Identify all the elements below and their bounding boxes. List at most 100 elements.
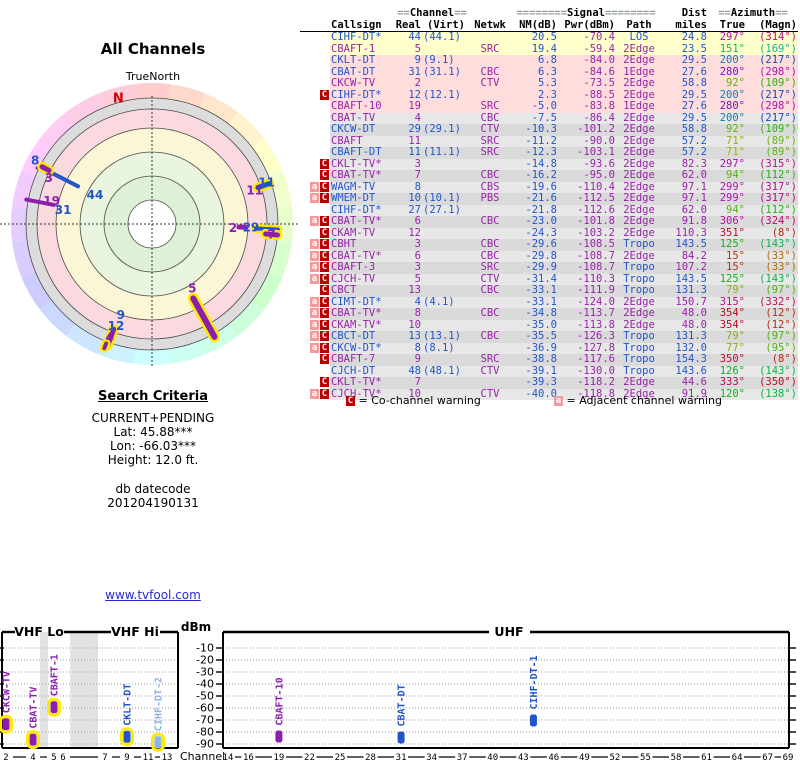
noise-margin-cell: -39.1	[510, 366, 558, 378]
true-azimuth-cell: 125°	[708, 274, 746, 286]
power-cell: -59.4	[558, 44, 616, 56]
virtual-channel-cell	[422, 136, 470, 148]
db-datecode: db datecode 201204190131	[0, 482, 306, 510]
header-true: True	[708, 20, 746, 32]
search-lat: Lat: 45.88***	[0, 425, 306, 439]
co-channel-warning-icon: C	[320, 239, 329, 249]
warning-flags: aC	[300, 343, 330, 355]
network-cell: SRC	[470, 354, 510, 366]
channel-tick-label: 22	[304, 753, 315, 763]
warning-flags: aC	[300, 297, 330, 309]
magnetic-azimuth-cell: (12°)	[746, 320, 798, 332]
station-bar-label: CBAT-TV	[29, 687, 40, 729]
noise-margin-cell: -16.2	[510, 170, 558, 182]
real-channel-cell: 2	[394, 78, 422, 90]
station-bar	[398, 732, 405, 744]
warning-flags	[300, 55, 330, 67]
callsign-cell: CIHF-DT*	[330, 90, 394, 102]
path-cell: 2Edge	[616, 78, 662, 90]
table-row: CCBAT-TV*7CBC-16.2-95.02Edge62.094°(112°…	[300, 170, 798, 182]
co-channel-warning-icon: C	[320, 262, 329, 272]
virtual-channel-cell: (48.1)	[422, 366, 470, 378]
magnetic-azimuth-cell: (143°)	[746, 239, 798, 251]
noise-margin-cell: -33.1	[510, 297, 558, 309]
station-bar-label: CBAFT-10	[274, 677, 285, 725]
virtual-channel-cell	[422, 285, 470, 297]
search-height: Height: 12.0 ft.	[0, 453, 306, 467]
real-channel-cell: 13	[394, 285, 422, 297]
network-cell: CBC	[470, 113, 510, 125]
power-cell: -130.0	[558, 366, 616, 378]
noise-margin-cell: -24.3	[510, 228, 558, 240]
header-netwk: Netwk	[470, 20, 510, 32]
vhf-hi-label: VHF Hi	[111, 624, 159, 639]
warning-flags	[300, 44, 330, 56]
header-miles: miles	[662, 20, 708, 32]
header-dist: Dist	[662, 8, 708, 20]
true-azimuth-cell: 71°	[708, 136, 746, 148]
co-channel-warning-icon: C	[320, 90, 329, 100]
power-cell: -73.5	[558, 78, 616, 90]
distance-cell: 143.5	[662, 239, 708, 251]
header-azimuth-group: ==Azimuth==	[708, 8, 798, 20]
adjacent-warning-icon: a	[310, 193, 319, 203]
real-channel-cell: 4	[394, 297, 422, 309]
warning-flags: C	[300, 285, 330, 297]
table-row: CIHF-DT*44(44.1)20.5-70.4LOS24.8297°(314…	[300, 32, 798, 44]
virtual-channel-cell	[422, 44, 470, 56]
vhf-lo-label: VHF Lo	[14, 624, 64, 639]
magnetic-azimuth-cell: (89°)	[746, 147, 798, 159]
station-pennant	[42, 167, 49, 171]
distance-cell: 57.2	[662, 136, 708, 148]
warning-flags	[300, 366, 330, 378]
path-cell: 2Edge	[616, 159, 662, 171]
warning-flags: aC	[300, 239, 330, 251]
callsign-cell: CKLT-TV*	[330, 377, 394, 389]
noise-margin-cell: 6.3	[510, 67, 558, 79]
tvfool-link[interactable]: www.tvfool.com	[105, 588, 201, 602]
true-azimuth-cell: 79°	[708, 285, 746, 297]
magnetic-azimuth-cell: (89°)	[746, 136, 798, 148]
virtual-channel-cell	[422, 308, 470, 320]
power-cell: -83.8	[558, 101, 616, 113]
channel-tick-label: 34	[426, 753, 437, 763]
network-cell	[470, 377, 510, 389]
real-channel-cell: 31	[394, 67, 422, 79]
channel-tick-label: 19	[273, 753, 284, 763]
adjacent-warning-icon: a	[310, 297, 319, 307]
network-cell: CTV	[470, 78, 510, 90]
adjacent-channel-legend: a = Adjacent channel warning	[553, 394, 722, 407]
power-cell: -112.6	[558, 205, 616, 217]
spectrum-chart: -10-20-30-40-50-60-70-80-90VHF LoVHF HiU…	[0, 618, 800, 768]
callsign-cell: CBAT-TV*	[330, 308, 394, 320]
non-broadcast-band	[40, 632, 48, 748]
warning-flags	[300, 78, 330, 90]
header-magn: (Magn)	[746, 20, 798, 32]
table-row: CKCW-TV2CTV5.3-73.52Edge58.892°(109°)	[300, 78, 798, 90]
virtual-channel-cell	[422, 101, 470, 113]
warning-flags	[300, 147, 330, 159]
station-bar	[155, 736, 162, 748]
table-row: aCCBCT-DT13(13.1)CBC-35.5-126.3Tropo131.…	[300, 331, 798, 343]
callsign-cell: CBHT	[330, 239, 394, 251]
real-channel-cell: 10	[394, 320, 422, 332]
co-channel-warning-icon: C	[320, 297, 329, 307]
search-criteria-title: Search Criteria	[0, 390, 306, 404]
power-cell: -70.4	[558, 32, 616, 44]
station-channel-label: 44	[87, 188, 104, 202]
real-channel-cell: 11	[394, 147, 422, 159]
station-channel-label: 29	[243, 220, 260, 234]
path-cell: 2Edge	[616, 55, 662, 67]
path-cell: Tropo	[616, 285, 662, 297]
network-cell: CBC	[470, 170, 510, 182]
true-azimuth-cell: 77°	[708, 343, 746, 355]
network-cell	[470, 55, 510, 67]
station-bar	[3, 718, 10, 730]
magnetic-azimuth-cell: (112°)	[746, 170, 798, 182]
true-azimuth-cell: 297°	[708, 159, 746, 171]
station-channel-label: 11	[258, 175, 275, 189]
callsign-cell: CJCH-TV	[330, 274, 394, 286]
co-channel-warning-icon: C	[320, 228, 329, 238]
warning-flags: aC	[300, 262, 330, 274]
noise-margin-cell: 20.5	[510, 32, 558, 44]
